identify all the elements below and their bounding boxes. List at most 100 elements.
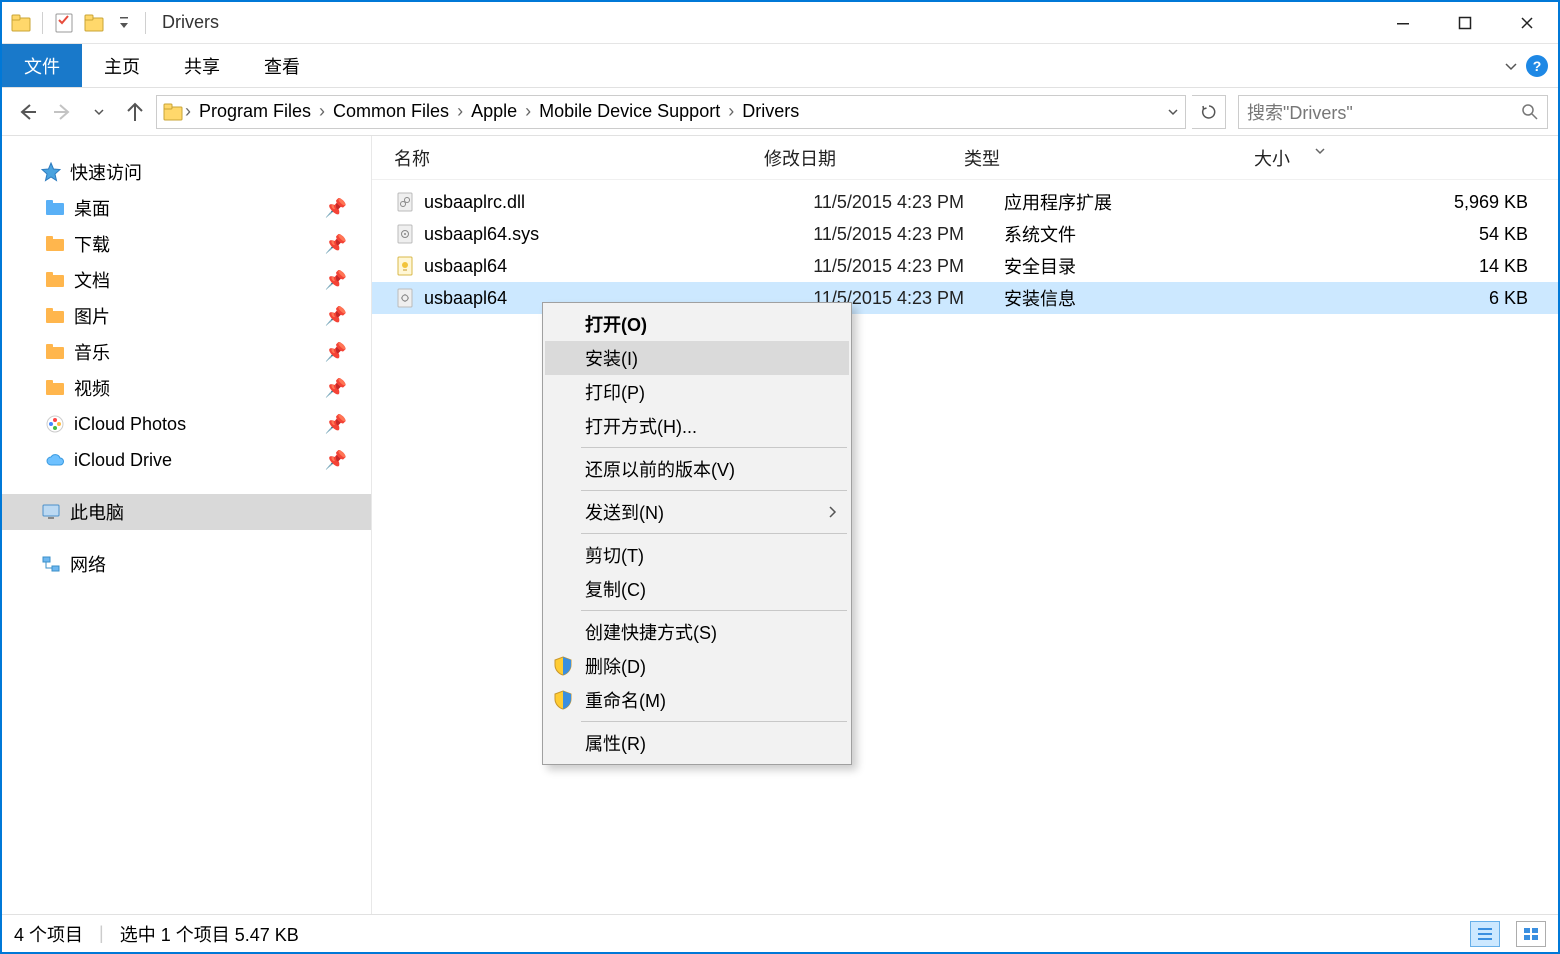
properties-qat-icon[interactable] [49,5,79,41]
breadcrumb-item[interactable]: Program Files [193,101,317,122]
chevron-right-icon[interactable]: › [455,101,465,122]
file-name: usbaaplrc.dll [424,192,764,213]
search-placeholder: 搜索"Drivers" [1247,99,1353,125]
pin-icon: 📌 [325,270,347,291]
sidebar-label: 音乐 [74,339,110,365]
navigation-bar: › Program Files › Common Files › Apple ›… [2,88,1558,136]
tab-file[interactable]: 文件 [2,44,82,87]
close-button[interactable] [1496,3,1558,43]
sidebar-label: 快速访问 [70,159,142,185]
search-icon [1521,103,1539,121]
breadcrumb-item[interactable]: Mobile Device Support [533,101,726,122]
title-bar: Drivers [2,2,1558,44]
menu-open[interactable]: 打开(O) [545,307,849,341]
address-dropdown-icon[interactable] [1167,106,1179,118]
chevron-right-icon[interactable]: › [523,101,533,122]
column-date[interactable]: 修改日期 [764,145,964,171]
thumbnails-view-button[interactable] [1516,921,1546,947]
tab-view[interactable]: 查看 [242,44,322,87]
folder-icon [44,269,66,291]
chevron-right-icon[interactable]: › [183,101,193,122]
sys-file-icon [394,223,416,245]
quick-access-toolbar [6,5,152,41]
details-view-button[interactable] [1470,921,1500,947]
app-icon[interactable] [6,5,36,41]
menu-restore[interactable]: 还原以前的版本(V) [545,452,849,486]
menu-install[interactable]: 安装(I) [545,341,849,375]
file-date: 11/5/2015 4:23 PM [764,224,964,245]
navigation-pane: 快速访问 桌面 📌 下载 📌 文档 📌 图片 📌 [2,136,372,914]
file-date: 11/5/2015 4:23 PM [764,256,964,277]
file-row[interactable]: usbaaplrc.dll 11/5/2015 4:23 PM 应用程序扩展 5… [372,186,1558,218]
column-name[interactable]: 名称 [394,145,764,171]
sidebar-item-desktop[interactable]: 桌面 📌 [2,190,371,226]
menu-cut[interactable]: 剪切(T) [545,538,849,572]
menu-send-to[interactable]: 发送到(N) [545,495,849,529]
new-folder-qat-icon[interactable] [79,5,109,41]
minimize-button[interactable] [1372,3,1434,43]
refresh-button[interactable] [1192,95,1226,129]
icloud-photos-icon [44,413,66,435]
column-type[interactable]: 类型 [964,145,1254,171]
forward-button[interactable] [48,97,78,127]
sidebar-item-music[interactable]: 音乐 📌 [2,334,371,370]
address-bar[interactable]: › Program Files › Common Files › Apple ›… [156,95,1186,129]
menu-print[interactable]: 打印(P) [545,375,849,409]
sort-indicator-icon [1314,147,1326,155]
sidebar-quick-access[interactable]: 快速访问 [2,154,371,190]
up-button[interactable] [120,97,150,127]
sidebar-label: 视频 [74,375,110,401]
menu-rename[interactable]: 重命名(M) [545,683,849,717]
chevron-right-icon[interactable]: › [726,101,736,122]
context-menu: 打开(O) 安装(I) 打印(P) 打开方式(H)... 还原以前的版本(V) … [542,302,852,765]
pin-icon: 📌 [325,414,347,435]
sidebar-this-pc[interactable]: 此电脑 [2,494,371,530]
sidebar-item-documents[interactable]: 文档 📌 [2,262,371,298]
help-button[interactable]: ? [1526,55,1548,77]
file-size: 14 KB [1254,256,1558,277]
qat-dropdown-icon[interactable] [109,5,139,41]
file-type: 安全目录 [964,253,1254,279]
search-input[interactable]: 搜索"Drivers" [1238,95,1548,129]
pin-icon: 📌 [325,306,347,327]
status-bar: 4 个项目 | 选中 1 个项目 5.47 KB [2,914,1558,952]
pin-icon: 📌 [325,450,347,471]
sidebar-item-videos[interactable]: 视频 📌 [2,370,371,406]
sidebar-item-icloud-photos[interactable]: iCloud Photos 📌 [2,406,371,442]
sidebar-item-icloud-drive[interactable]: iCloud Drive 📌 [2,442,371,478]
menu-open-with[interactable]: 打开方式(H)... [545,409,849,443]
breadcrumb-item[interactable]: Common Files [327,101,455,122]
maximize-button[interactable] [1434,3,1496,43]
inf-file-icon [394,287,416,309]
menu-properties[interactable]: 属性(R) [545,726,849,760]
tab-home[interactable]: 主页 [82,44,162,87]
sidebar-network[interactable]: 网络 [2,546,371,582]
menu-separator [581,610,847,611]
file-row[interactable]: usbaapl64.sys 11/5/2015 4:23 PM 系统文件 54 … [372,218,1558,250]
folder-icon [44,197,66,219]
chevron-right-icon[interactable]: › [317,101,327,122]
pin-icon: 📌 [325,234,347,255]
folder-icon [44,233,66,255]
file-date: 11/5/2015 4:23 PM [764,192,964,213]
menu-delete[interactable]: 删除(D) [545,649,849,683]
tab-share[interactable]: 共享 [162,44,242,87]
file-row[interactable]: usbaapl64 11/5/2015 4:23 PM 安全目录 14 KB [372,250,1558,282]
column-size[interactable]: 大小 [1254,145,1558,171]
breadcrumb-item[interactable]: Apple [465,101,523,122]
ribbon-expand-icon[interactable] [1504,59,1518,73]
computer-icon [40,501,62,523]
menu-copy[interactable]: 复制(C) [545,572,849,606]
sidebar-label: 此电脑 [70,499,124,525]
network-icon [40,553,62,575]
breadcrumb-item[interactable]: Drivers [736,101,805,122]
recent-dropdown-icon[interactable] [84,97,114,127]
back-button[interactable] [12,97,42,127]
sidebar-item-pictures[interactable]: 图片 📌 [2,298,371,334]
file-type: 应用程序扩展 [964,189,1254,215]
location-folder-icon [163,103,183,121]
pin-icon: 📌 [325,342,347,363]
menu-shortcut[interactable]: 创建快捷方式(S) [545,615,849,649]
file-size: 5,969 KB [1254,192,1558,213]
sidebar-item-downloads[interactable]: 下载 📌 [2,226,371,262]
